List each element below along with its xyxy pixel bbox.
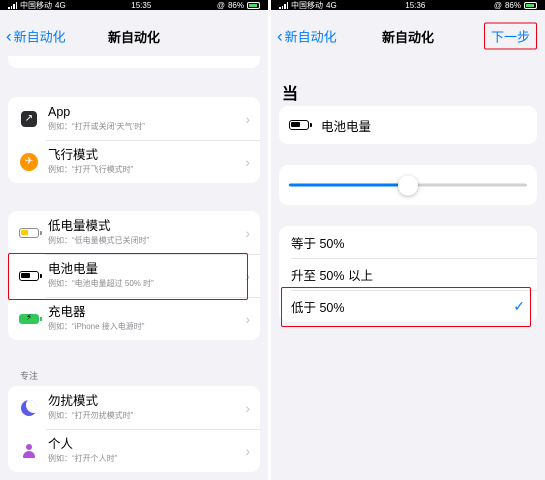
charger-icon: ⚡ xyxy=(19,312,42,324)
network-text: 4G xyxy=(55,0,66,10)
back-button[interactable]: ‹ 新自动化 xyxy=(277,27,337,46)
battery-status-icon xyxy=(247,1,260,9)
checkmark-icon: ✓ xyxy=(513,297,525,314)
trigger-row-battery-level[interactable]: 电池电量 例如：“电池电量超过 50% 时” › xyxy=(8,254,260,297)
network-text: 4G xyxy=(326,0,337,10)
trigger-subtitle: 例如：“打开勿扰模式时” xyxy=(48,411,134,420)
option-label: 低于 50% xyxy=(291,300,345,315)
chevron-right-icon: › xyxy=(245,110,250,127)
back-button[interactable]: ‹ 新自动化 xyxy=(6,27,66,46)
trigger-subtitle: 例如：“打开或关闭‘天气’时” xyxy=(48,122,145,131)
scrolled-group xyxy=(8,56,260,68)
nav-bar: ‹ 新自动化 新自动化 xyxy=(0,10,268,62)
status-bar: 中国移动 4G 15:36 @ 86% xyxy=(271,0,545,10)
chevron-right-icon: › xyxy=(245,267,250,284)
trigger-subtitle: 例如：“电池电量超过 50% 时” xyxy=(48,279,154,288)
section-label-focus: 专注 xyxy=(20,371,39,381)
trigger-row-airplane[interactable]: ✈ 飞行模式 例如：“打开飞行模式时” › xyxy=(8,140,260,183)
battery-level-slider[interactable] xyxy=(289,175,527,195)
back-label: 新自动化 xyxy=(13,29,66,45)
page-title: 新自动化 xyxy=(381,29,434,45)
person-icon xyxy=(21,443,37,459)
page-title: 新自动化 xyxy=(107,29,160,45)
trigger-subtitle: 例如：“打开个人时” xyxy=(48,454,118,463)
option-label: 等于 50% xyxy=(291,236,345,251)
trigger-row-dnd[interactable]: 勿扰模式 例如：“打开勿扰模式时” › xyxy=(8,386,260,429)
trigger-subtitle: 例如：“打开飞行模式时” xyxy=(48,165,134,174)
battery-icon xyxy=(289,120,312,130)
trigger-title: 低电量模式 xyxy=(48,219,111,233)
selected-trigger-label: 电池电量 xyxy=(321,119,372,134)
next-button[interactable]: 下一步 xyxy=(483,22,537,50)
trigger-row-low-power[interactable]: 低电量模式 例如：“低电量模式已关闭时” › xyxy=(8,211,260,254)
chevron-right-icon: › xyxy=(245,399,250,416)
signal-icon xyxy=(8,1,17,9)
battery-percent: 86% xyxy=(504,0,521,10)
chevron-left-icon: ‹ xyxy=(6,26,12,46)
trigger-title: App xyxy=(48,105,71,119)
battery-slider-card xyxy=(279,165,537,205)
low-power-battery-icon xyxy=(19,227,42,238)
carrier-text: 中国移动 xyxy=(291,0,323,10)
trigger-group-general: ↗ App 例如：“打开或关闭‘天气’时” › ✈ 飞行模式 例如：“打开飞行模… xyxy=(8,97,260,183)
chevron-right-icon: › xyxy=(245,442,250,459)
nav-bar: ‹ 新自动化 新自动化 下一步 xyxy=(271,10,545,62)
trigger-title: 飞行模式 xyxy=(48,148,99,162)
chevron-right-icon: › xyxy=(245,153,250,170)
moon-icon xyxy=(21,399,37,416)
trigger-row-personal[interactable]: 个人 例如：“打开个人时” › xyxy=(8,429,260,472)
battery-icon xyxy=(19,270,42,281)
chevron-right-icon: › xyxy=(245,224,250,241)
trigger-title: 充电器 xyxy=(48,305,86,319)
battery-status-icon xyxy=(524,1,537,9)
option-equal-50[interactable]: 等于 50% xyxy=(279,226,537,258)
trigger-subtitle: 例如：“iPhone 接入电源时” xyxy=(48,322,145,331)
option-rise-above-50[interactable]: 升至 50% 以上 xyxy=(279,258,537,290)
time-text: 15:36 xyxy=(405,0,426,10)
trigger-group-focus: 勿扰模式 例如：“打开勿扰模式时” › 个人 例如：“打开个人时” › xyxy=(8,386,260,472)
alarm-icon: @ xyxy=(216,0,225,10)
status-bar: 中国移动 4G 15:35 @ 86% xyxy=(0,0,268,10)
trigger-title: 勿扰模式 xyxy=(48,394,99,408)
condition-options: 等于 50% 升至 50% 以上 低于 50% ✓ xyxy=(279,226,537,322)
time-text: 15:35 xyxy=(131,0,152,10)
trigger-group-power: 低电量模式 例如：“低电量模式已关闭时” › 电池电量 例如：“电池电量超过 5… xyxy=(8,211,260,340)
option-label: 升至 50% 以上 xyxy=(291,268,373,283)
selected-trigger-card: 电池电量 xyxy=(279,106,537,144)
airplane-icon: ✈ xyxy=(20,152,38,171)
alarm-icon: @ xyxy=(493,0,502,10)
chevron-right-icon: › xyxy=(245,310,250,327)
app-icon: ↗ xyxy=(21,110,37,127)
left-screen: 中国移动 4G 15:35 @ 86% ‹ 新自动化 新自动化 ↗ App 例如… xyxy=(0,0,268,480)
trigger-row-charger[interactable]: ⚡ 充电器 例如：“iPhone 接入电源时” › xyxy=(8,297,260,340)
option-fall-below-50[interactable]: 低于 50% ✓ xyxy=(279,290,537,322)
chevron-left-icon: ‹ xyxy=(277,26,283,46)
when-heading: 当 xyxy=(282,86,299,103)
trigger-title: 电池电量 xyxy=(48,262,99,276)
carrier-text: 中国移动 xyxy=(20,0,52,10)
back-label: 新自动化 xyxy=(284,29,337,45)
battery-percent: 86% xyxy=(227,0,244,10)
trigger-row-app[interactable]: ↗ App 例如：“打开或关闭‘天气’时” › xyxy=(8,97,260,140)
trigger-subtitle: 例如：“低电量模式已关闭时” xyxy=(48,236,150,245)
trigger-title: 个人 xyxy=(48,437,74,451)
right-screen: 中国移动 4G 15:36 @ 86% ‹ 新自动化 新自动化 下一步 当 电池… xyxy=(271,0,545,480)
slider-thumb[interactable] xyxy=(398,175,418,195)
slider-fill xyxy=(289,183,408,187)
signal-icon xyxy=(279,1,288,9)
